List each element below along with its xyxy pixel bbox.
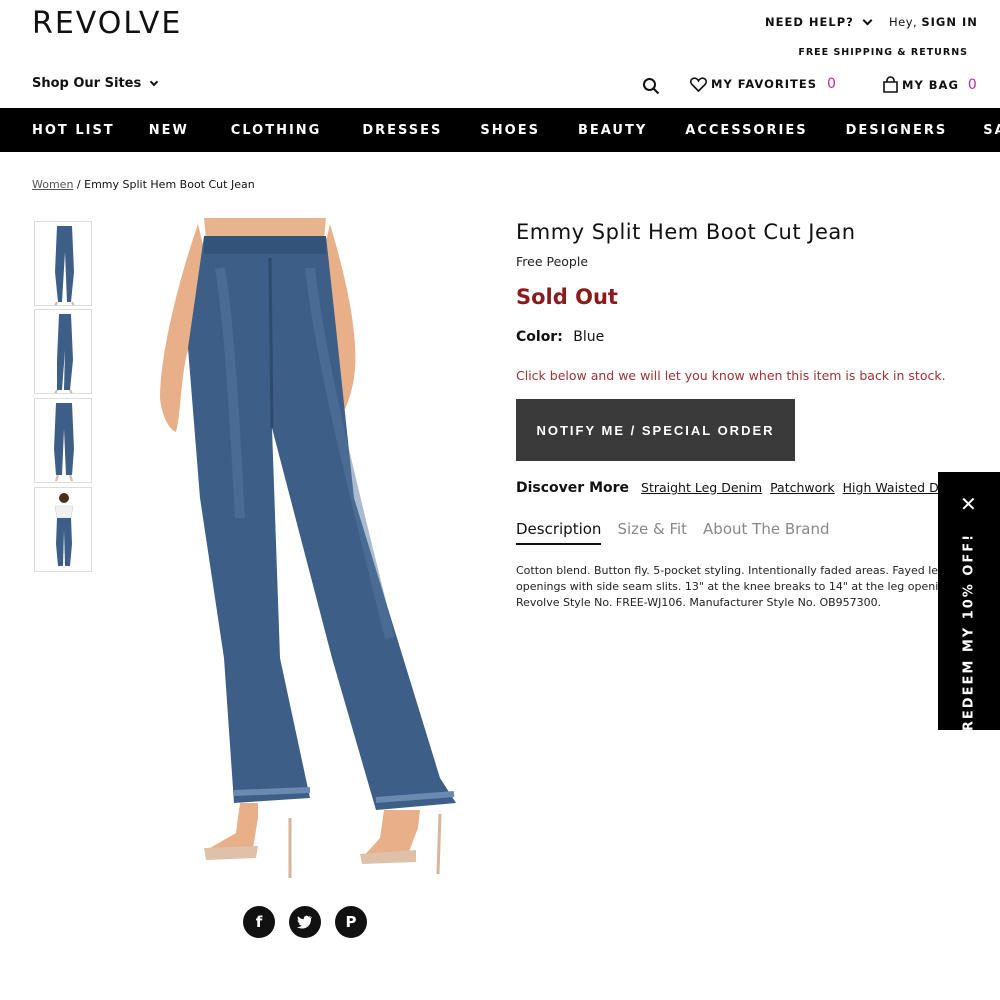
nav-item-hot-list[interactable]: HOT LIST <box>32 123 115 138</box>
breadcrumb: Women / Emmy Split Hem Boot Cut Jean <box>32 178 255 191</box>
nav-item-accessories[interactable]: ACCESSORIES <box>685 123 807 138</box>
jeans-side-thumbnail-image <box>54 314 73 393</box>
redeem-offer-label: REDEEM MY 10% OFF! <box>961 532 977 732</box>
shop-our-sites-menu[interactable]: Shop Our Sites <box>32 76 159 91</box>
stock-status: Sold Out <box>516 285 618 309</box>
jeans-front-thumbnail-image <box>54 226 75 305</box>
nav-item-designers[interactable]: DESIGNERS <box>846 123 948 138</box>
twitter-bird-icon <box>297 915 312 929</box>
greeting-text: Hey, <box>889 15 918 29</box>
product-color: Color: Blue <box>516 329 604 345</box>
product-thumbnail-outfit[interactable] <box>34 487 92 572</box>
breadcrumb-separator: / <box>76 178 81 191</box>
color-label: Color: <box>516 329 563 345</box>
nav-item-new[interactable]: NEW <box>149 123 189 138</box>
notify-me-button[interactable]: NOTIFY ME / SPECIAL ORDER <box>516 399 795 461</box>
tab-size-and-fit[interactable]: Size & Fit <box>617 520 687 545</box>
nav-item-clothing[interactable]: CLOTHING <box>231 123 322 138</box>
description-line: Cotton blend. Button fly. 5-pocket styli… <box>516 564 944 577</box>
jeans-back-thumbnail-image <box>54 403 74 482</box>
twitter-share-button[interactable] <box>289 906 321 938</box>
description-line: openings with side seam slits. 13" at th… <box>516 580 944 593</box>
nav-item-beauty[interactable]: BEAUTY <box>578 123 647 138</box>
need-help-label: NEED HELP? <box>765 15 854 29</box>
facebook-share-button[interactable]: f <box>243 906 275 938</box>
color-value: Blue <box>573 329 605 345</box>
need-help-menu[interactable]: NEED HELP? <box>765 15 873 29</box>
tab-description[interactable]: Description <box>516 520 602 545</box>
my-favorites-link[interactable]: MY FAVORITES 0 <box>690 76 837 92</box>
product-detail-tabs: Description Size & Fit About The Brand <box>516 520 830 545</box>
product-main-image[interactable] <box>140 218 480 886</box>
nav-item-dresses[interactable]: DRESSES <box>362 123 442 138</box>
main-navigation: HOT LIST NEW CLOTHING DRESSES SHOES BEAU… <box>0 108 1000 152</box>
promo-side-tab[interactable]: ✕ REDEEM MY 10% OFF! <box>938 472 1000 732</box>
chevron-down-icon <box>862 15 873 25</box>
facebook-icon: f <box>255 913 263 931</box>
site-logo[interactable]: REVOLVE <box>32 6 182 41</box>
product-thumbnail-side[interactable] <box>34 309 92 394</box>
sign-in-label: SIGN IN <box>921 15 978 29</box>
favorites-count: 0 <box>827 76 837 92</box>
my-favorites-label: MY FAVORITES <box>711 77 818 91</box>
product-brand[interactable]: Free People <box>516 254 588 269</box>
nav-item-shoes[interactable]: SHOES <box>480 123 540 138</box>
close-icon[interactable]: ✕ <box>960 494 977 514</box>
search-icon[interactable] <box>642 77 660 95</box>
chevron-down-icon <box>149 77 159 86</box>
pinterest-share-button[interactable]: P <box>335 906 367 938</box>
product-thumbnail-front[interactable] <box>34 221 92 306</box>
nav-item-sale[interactable]: SALE <box>983 123 1000 138</box>
discover-link-high-waisted-denim[interactable]: High Waisted Denim <box>843 480 946 495</box>
back-in-stock-message: Click below and we will let you know whe… <box>516 368 946 383</box>
discover-more-title: Discover More <box>516 480 630 496</box>
model-outfit-thumbnail-image <box>54 493 74 566</box>
pinterest-icon: P <box>345 913 357 931</box>
discover-link-straight-leg-denim[interactable]: Straight Leg Denim <box>641 480 762 495</box>
breadcrumb-women-link[interactable]: Women <box>32 178 73 191</box>
breadcrumb-current: Emmy Split Hem Boot Cut Jean <box>84 178 255 191</box>
discover-link-patchwork[interactable]: Patchwork <box>770 480 835 495</box>
product-thumbnail-back[interactable] <box>34 398 92 483</box>
tab-about-the-brand[interactable]: About The Brand <box>703 520 829 545</box>
sign-in-link[interactable]: Hey, SIGN IN <box>889 15 978 29</box>
product-title: Emmy Split Hem Boot Cut Jean <box>516 220 856 244</box>
discover-more: Discover More Straight Leg Denim Patchwo… <box>516 480 946 496</box>
free-shipping-link[interactable]: FREE SHIPPING & RETURNS <box>798 47 968 58</box>
product-description: Cotton blend. Button fly. 5-pocket styli… <box>516 563 944 611</box>
shop-our-sites-label: Shop Our Sites <box>32 76 142 91</box>
bag-count: 0 <box>967 76 978 93</box>
description-line: Revolve Style No. FREE-WJ106. Manufactur… <box>516 596 882 609</box>
my-bag-label: MY BAG <box>902 77 959 92</box>
my-bag-link[interactable]: MY BAG 0 <box>882 76 978 93</box>
shopping-bag-icon <box>883 76 898 93</box>
heart-icon <box>690 76 707 92</box>
